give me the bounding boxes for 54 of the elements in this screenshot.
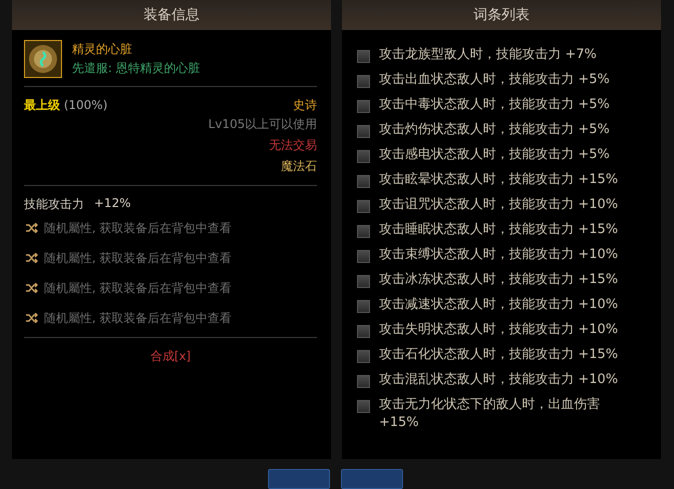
item-rarity: 史诗	[293, 97, 317, 114]
checkbox[interactable]	[357, 75, 370, 88]
affix-label: 攻击减速状态敌人时，技能攻击力 +10%	[379, 296, 618, 314]
checkbox[interactable]	[357, 325, 370, 338]
affix-label: 攻击睡眠状态敌人时，技能攻击力 +15%	[379, 221, 618, 239]
affix-label: 攻击石化状态敌人时，技能攻击力 +15%	[379, 346, 618, 364]
stat-value: +12%	[94, 196, 131, 212]
shuffle-icon	[26, 223, 38, 233]
checkbox[interactable]	[357, 275, 370, 288]
affix-label: 攻击中毒状态敌人时，技能攻击力 +5%	[379, 96, 610, 114]
affix-label: 攻击冰冻状态敌人时，技能攻击力 +15%	[379, 271, 618, 289]
dialog-button[interactable]	[341, 469, 403, 489]
dialog-button[interactable]	[268, 469, 330, 489]
affix-label: 攻击混乱状态敌人时，技能攻击力 +10%	[379, 371, 618, 389]
panel-title: 装备信息	[12, 0, 331, 30]
grade-percent: (100%)	[64, 98, 108, 112]
panel-title: 词条列表	[342, 0, 661, 30]
affix-label: 攻击诅咒状态敌人时，技能攻击力 +10%	[379, 196, 618, 214]
item-origin: 先遣服: 恩特精灵的心脏	[72, 60, 200, 77]
shuffle-icon	[26, 313, 38, 323]
item-attribute: Lv105以上可以使用	[208, 116, 317, 133]
affix-label: 攻击束缚状态敌人时，技能攻击力 +10%	[379, 246, 618, 264]
affix-label: 攻击灼伤状态敌人时，技能攻击力 +5%	[379, 121, 610, 139]
checkbox[interactable]	[357, 100, 370, 113]
item-attribute: 魔法石	[281, 158, 317, 175]
checkbox[interactable]	[357, 250, 370, 263]
checkbox[interactable]	[357, 50, 370, 63]
checkbox[interactable]	[357, 200, 370, 213]
checkbox[interactable]	[357, 300, 370, 313]
affix-label: 攻击眩晕状态敌人时，技能攻击力 +15%	[379, 171, 618, 189]
stat-name: 技能攻击力	[24, 196, 84, 213]
affix-label: 攻击失明状态敌人时，技能攻击力 +10%	[379, 321, 618, 339]
random-property: 随机屬性, 获取装备后在背包中查看	[44, 280, 232, 296]
gem-icon	[24, 40, 62, 78]
checkbox[interactable]	[357, 175, 370, 188]
checkbox[interactable]	[357, 150, 370, 163]
item-name: 精灵的心脏	[72, 41, 133, 58]
checkbox[interactable]	[357, 125, 370, 138]
affix-label: 攻击无力化状态下的敌人时，出血伤害 +15%	[379, 396, 601, 432]
random-property: 随机屬性, 获取装备后在背包中查看	[44, 310, 232, 326]
grade-label: 最上级	[24, 98, 60, 112]
affix-label: 攻击出血状态敌人时，技能攻击力 +5%	[379, 71, 610, 89]
random-property: 随机屬性, 获取装备后在背包中查看	[44, 250, 232, 266]
checkbox[interactable]	[357, 350, 370, 363]
synthesis-link[interactable]: 合成[x]	[150, 348, 191, 365]
checkbox[interactable]	[357, 225, 370, 238]
shuffle-icon	[26, 253, 38, 263]
checkbox[interactable]	[357, 375, 370, 388]
random-property: 随机屬性, 获取装备后在背包中查看	[44, 220, 232, 236]
affix-label: 攻击龙族型敌人时，技能攻击力 +7%	[379, 46, 597, 64]
item-attribute: 无法交易	[269, 137, 317, 154]
checkbox[interactable]	[357, 400, 370, 413]
shuffle-icon	[26, 283, 38, 293]
affix-label: 攻击感电状态敌人时，技能攻击力 +5%	[379, 146, 610, 164]
